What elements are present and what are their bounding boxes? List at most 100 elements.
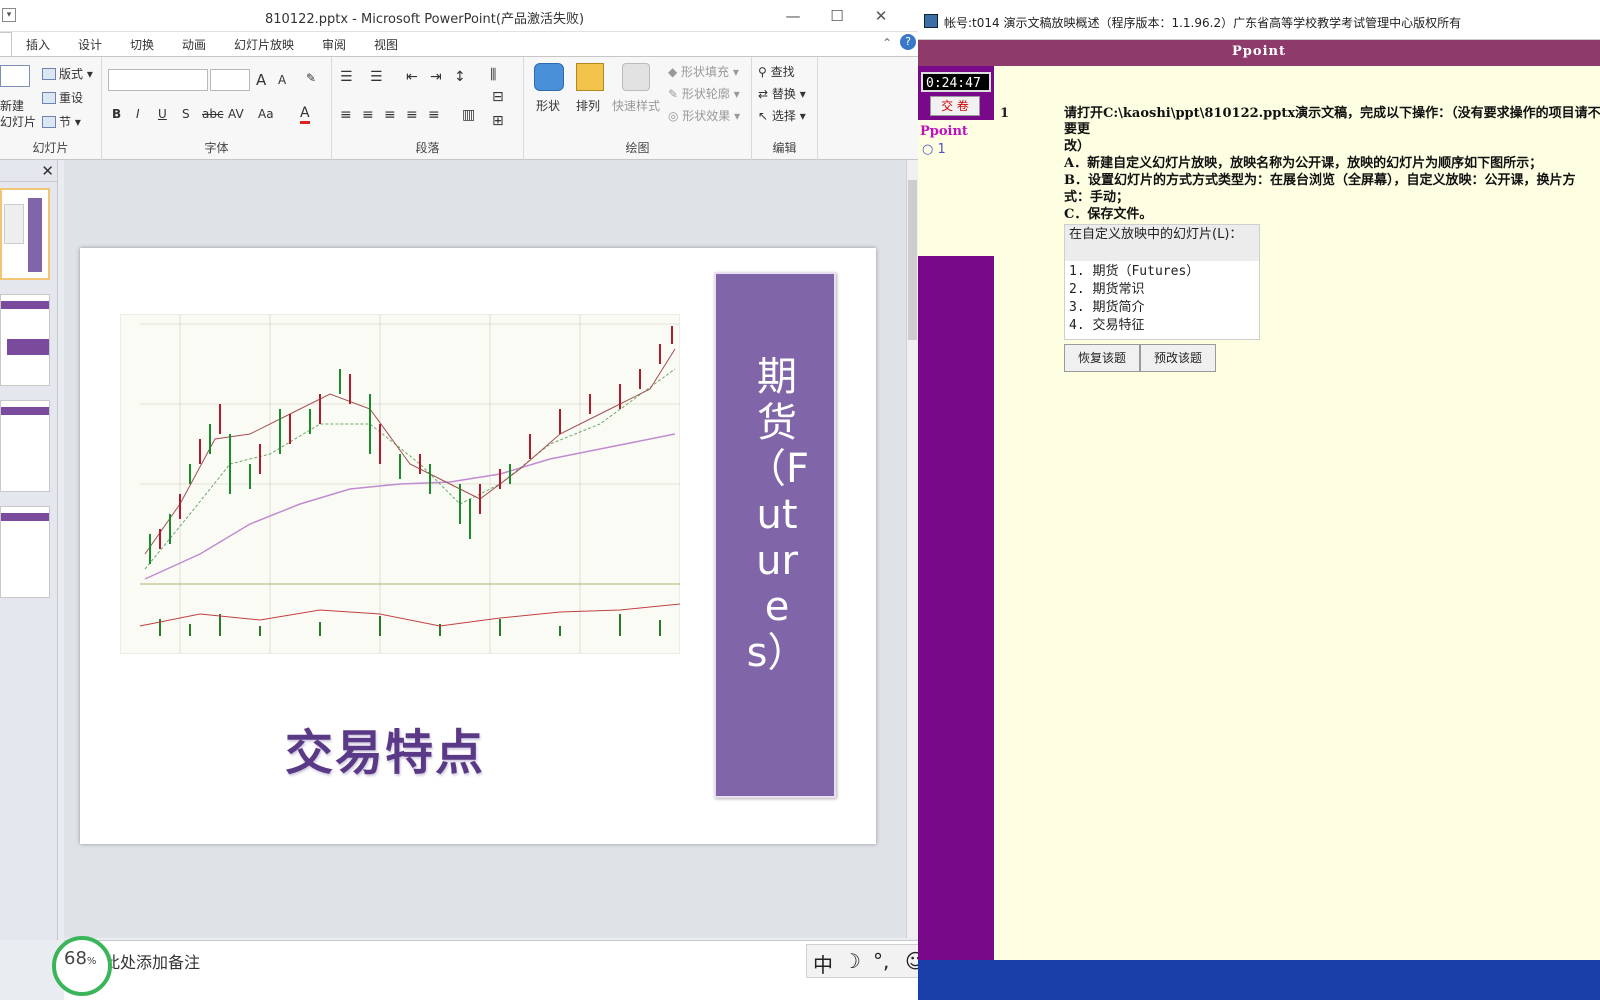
- tab-insert[interactable]: 插入: [26, 36, 50, 53]
- slide-thumbnail-pane: ✕: [0, 160, 58, 940]
- paragraph-group-label: 段落: [415, 141, 440, 155]
- strikethrough-button[interactable]: abc: [202, 107, 224, 121]
- tab-view[interactable]: 视图: [374, 36, 398, 53]
- listbox-items: 1. 期货（Futures） 2. 期货常识 3. 期货简介 4. 交易特征: [1069, 263, 1199, 335]
- numbering-icon[interactable]: ☰: [370, 69, 383, 85]
- align-right-icon[interactable]: ≡: [384, 107, 396, 123]
- ribbon: 新建 幻灯片 版式 ▾ 重设 节 ▾ 幻灯片 A A ✎ B I U S abc…: [0, 56, 918, 160]
- tab-animations[interactable]: 动画: [182, 36, 206, 53]
- quick-styles-button[interactable]: 快速样式: [612, 97, 660, 114]
- current-slide[interactable]: 期货（Futures） 交易特点: [80, 248, 876, 844]
- exam-bottom-bar: [918, 960, 1600, 1000]
- layout-button[interactable]: 版式 ▾: [42, 65, 93, 82]
- tab-review[interactable]: 审阅: [322, 36, 346, 53]
- find-button[interactable]: ⚲ 查找: [758, 63, 795, 80]
- thumb-title-bar: [1, 513, 49, 521]
- shapes-button[interactable]: 形状: [536, 97, 560, 114]
- slide-thumbnail-3[interactable]: [0, 400, 50, 492]
- align-center-icon[interactable]: ≡: [362, 107, 374, 123]
- select-button[interactable]: ↖ 选择 ▾: [758, 107, 806, 124]
- cursor-icon: ↖: [758, 109, 769, 123]
- section-icon: [42, 116, 56, 128]
- line-spacing-icon[interactable]: ↕: [454, 69, 466, 85]
- help-icon[interactable]: ?: [900, 34, 916, 50]
- slide-canvas: 期货（Futures） 交易特点: [64, 160, 906, 938]
- vertical-title-text: 期货（Futures）: [746, 354, 810, 676]
- shape-outline-button[interactable]: ✎ 形状轮廓 ▾: [668, 85, 740, 102]
- bullets-icon[interactable]: ☰: [340, 69, 353, 85]
- notes-pane[interactable]: 此处添加备注: [64, 940, 918, 1000]
- quick-access-dropdown-icon[interactable]: ▾: [2, 8, 16, 22]
- quick-styles-icon[interactable]: [622, 63, 650, 91]
- exam-app-icon: [924, 14, 938, 28]
- section-button[interactable]: 节 ▾: [42, 113, 81, 130]
- canvas-scrollbar[interactable]: [906, 160, 918, 938]
- moon-icon[interactable]: ☽: [843, 949, 861, 973]
- distribute-icon[interactable]: ≡: [428, 107, 440, 123]
- tab-start[interactable]: [0, 32, 12, 57]
- align-left-icon[interactable]: ≡: [340, 107, 352, 123]
- increase-indent-icon[interactable]: ⇥: [430, 69, 442, 85]
- list-item: 1. 期货（Futures）: [1069, 264, 1200, 279]
- bold-button[interactable]: B: [112, 107, 121, 121]
- text-direction-icon[interactable]: ⫼: [490, 67, 496, 83]
- close-button[interactable]: ✕: [858, 4, 904, 28]
- shape-effects-button[interactable]: ◎ 形状效果 ▾: [668, 107, 740, 124]
- grow-font-button[interactable]: A: [256, 71, 266, 89]
- shrink-font-button[interactable]: A: [278, 73, 286, 87]
- question-item[interactable]: ○ 1: [922, 142, 946, 157]
- minimize-button[interactable]: —: [770, 4, 816, 28]
- ribbon-tabs: 插入 设计 切换 动画 幻灯片放映 审阅 视图 ⌃ ?: [0, 32, 918, 57]
- emoji-icon[interactable]: ☺: [905, 949, 918, 973]
- list-item: 3. 期货简介: [1069, 300, 1145, 315]
- close-pane-icon[interactable]: ✕: [41, 162, 54, 180]
- font-size-select[interactable]: [210, 69, 250, 91]
- slide-thumbnail-1[interactable]: [0, 188, 50, 280]
- justify-icon[interactable]: ≡: [406, 107, 418, 123]
- font-color-button[interactable]: A: [300, 105, 310, 124]
- clear-format-icon[interactable]: ✎: [306, 71, 316, 85]
- maximize-button[interactable]: ☐: [814, 4, 860, 28]
- subject-label: Ppoint: [920, 124, 968, 139]
- new-slide-button[interactable]: 新建: [0, 97, 24, 114]
- shape-fill-button[interactable]: ◆ 形状填充 ▾: [668, 63, 739, 80]
- tab-slideshow[interactable]: 幻灯片放映: [234, 36, 294, 53]
- list-item: 2. 期货常识: [1069, 282, 1145, 297]
- exam-subject-band: Ppoint: [918, 40, 1600, 66]
- columns-icon[interactable]: ▥: [462, 107, 475, 123]
- preview-question-button[interactable]: 预改该题: [1140, 344, 1216, 372]
- arrange-button[interactable]: 排列: [576, 97, 600, 114]
- subject-band-title: Ppoint: [1232, 44, 1286, 59]
- drawing-group: 形状 排列 快速样式 ◆ 形状填充 ▾ ✎ 形状轮廓 ▾ ◎ 形状效果 ▾ 绘图: [524, 57, 752, 160]
- shadow-button[interactable]: S: [182, 107, 190, 121]
- font-name-select[interactable]: [108, 69, 208, 91]
- punctuation-icon[interactable]: °,: [873, 949, 889, 973]
- slide-heading[interactable]: 交易特点: [285, 713, 485, 783]
- restore-question-button[interactable]: 恢复该题: [1064, 344, 1140, 372]
- align-text-icon[interactable]: ⊟: [492, 89, 504, 105]
- smartart-icon[interactable]: ⊞: [492, 113, 504, 129]
- replace-button[interactable]: ⇄ 替换 ▾: [758, 85, 806, 102]
- change-case-button[interactable]: Aa: [258, 107, 274, 121]
- italic-button[interactable]: I: [136, 107, 140, 121]
- reset-button[interactable]: 重设: [42, 89, 83, 106]
- underline-button[interactable]: U: [158, 107, 167, 121]
- new-slide-label[interactable]: 幻灯片: [0, 113, 36, 130]
- scroll-thumb[interactable]: [908, 180, 917, 340]
- new-slide-icon[interactable]: [0, 65, 30, 87]
- tab-design[interactable]: 设计: [78, 36, 102, 53]
- shapes-icon[interactable]: [534, 63, 564, 91]
- submit-exam-button[interactable]: 交 卷: [930, 96, 980, 116]
- question-list-panel: Ppoint ○ 1: [918, 120, 994, 256]
- ribbon-collapse-icon[interactable]: ⌃: [882, 36, 892, 50]
- tab-transitions[interactable]: 切换: [130, 36, 154, 53]
- exam-window: 帐号:t014 演示文稿放映概述（程序版本：1.1.96.2）广东省高等学校教学…: [918, 0, 1600, 1000]
- chinese-mode-button[interactable]: 中: [813, 949, 833, 978]
- decrease-indent-icon[interactable]: ⇤: [406, 69, 418, 85]
- slide-thumbnail-2[interactable]: [0, 294, 50, 386]
- slide-thumbnail-4[interactable]: [0, 506, 50, 598]
- vertical-title-box[interactable]: 期货（Futures）: [714, 272, 836, 798]
- listbox-header: 在自定义放映中的幻灯片(L)：: [1065, 225, 1259, 261]
- char-spacing-button[interactable]: AV: [228, 107, 244, 121]
- arrange-icon[interactable]: [576, 63, 604, 91]
